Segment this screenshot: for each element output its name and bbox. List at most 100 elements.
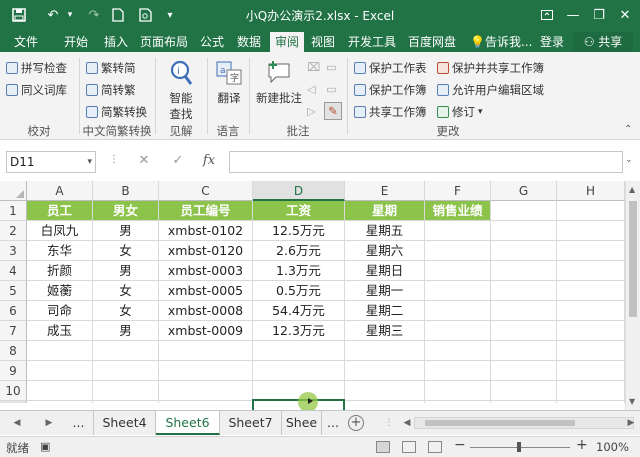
table-cell[interactable]: xmbst-0005 xyxy=(159,281,253,301)
cell-d8[interactable] xyxy=(253,341,345,361)
table-cell[interactable] xyxy=(425,241,491,261)
new-file-icon[interactable] xyxy=(110,6,126,24)
table-cell[interactable]: 星期二 xyxy=(345,301,425,321)
cell-h3[interactable] xyxy=(557,241,625,261)
tab-insert[interactable]: 插入 xyxy=(98,32,134,52)
cell-e9[interactable] xyxy=(345,361,425,381)
table-cell[interactable]: 1.3万元 xyxy=(253,261,345,281)
redo-icon[interactable]: ↷ xyxy=(86,6,102,24)
table-header-cell[interactable]: 男女 xyxy=(93,201,159,221)
cell-g9[interactable] xyxy=(491,361,557,381)
cell-c11[interactable] xyxy=(159,401,253,403)
tab-developer[interactable]: 开发工具 xyxy=(344,32,400,52)
allow-edit-ranges-button[interactable]: 允许用户编辑区域 xyxy=(437,82,544,98)
track-changes-button[interactable]: 修订 ▾ xyxy=(437,104,483,120)
thesaurus-button[interactable]: 同义词库 xyxy=(6,82,67,98)
formula-input[interactable] xyxy=(229,151,623,173)
table-cell[interactable]: 星期日 xyxy=(345,261,425,281)
undo-icon[interactable]: ↶ xyxy=(44,6,62,24)
row-header-10[interactable]: 10 xyxy=(0,381,27,401)
table-cell[interactable]: 男 xyxy=(93,321,159,341)
tab-review[interactable]: 审阅 xyxy=(270,32,304,52)
next-sheet-icon[interactable]: ▶ xyxy=(42,416,56,430)
cell-g6[interactable] xyxy=(491,301,557,321)
cell-a10[interactable] xyxy=(27,381,93,401)
table-cell[interactable]: 星期五 xyxy=(345,221,425,241)
ribbon-display-options-icon[interactable] xyxy=(536,5,558,25)
select-all-corner[interactable] xyxy=(0,181,27,201)
worksheet-grid[interactable]: ABCDEFGH 1234567891011 员工男女员工编号工资星期销售业绩白… xyxy=(0,181,625,403)
cell-h1[interactable] xyxy=(557,201,625,221)
share-workbook-button[interactable]: 共享工作簿 xyxy=(354,104,427,120)
horizontal-scroll-thumb[interactable] xyxy=(425,420,575,426)
cell-e10[interactable] xyxy=(345,381,425,401)
table-cell[interactable]: 男 xyxy=(93,261,159,281)
scroll-left-icon[interactable]: ◀ xyxy=(400,416,414,430)
table-cell[interactable]: 星期一 xyxy=(345,281,425,301)
cell-h4[interactable] xyxy=(557,261,625,281)
table-header-cell[interactable]: 星期 xyxy=(345,201,425,221)
row-header-7[interactable]: 7 xyxy=(0,321,27,341)
column-header-b[interactable]: B xyxy=(93,181,159,201)
table-cell[interactable]: 姬蘅 xyxy=(27,281,93,301)
show-ink-icon[interactable]: ✎ xyxy=(324,102,342,120)
table-cell[interactable]: xmbst-0102 xyxy=(159,221,253,241)
zoom-slider-thumb[interactable] xyxy=(517,442,521,452)
scroll-down-icon[interactable]: ▼ xyxy=(629,397,635,406)
protect-and-share-button[interactable]: 保护并共享工作簿 xyxy=(437,60,544,76)
tab-view[interactable]: 视图 xyxy=(306,32,340,52)
table-cell[interactable] xyxy=(425,281,491,301)
table-cell[interactable]: 54.4万元 xyxy=(253,301,345,321)
cell-b10[interactable] xyxy=(93,381,159,401)
cell-h11[interactable] xyxy=(557,401,625,403)
simplified-to-traditional-button[interactable]: 简转繁 xyxy=(86,82,136,98)
table-header-cell[interactable]: 工资 xyxy=(253,201,345,221)
sheet-bar-divider-handle[interactable]: ⋮ xyxy=(382,416,396,430)
cell-a9[interactable] xyxy=(27,361,93,381)
page-break-view-icon[interactable] xyxy=(428,441,442,453)
row-header-3[interactable]: 3 xyxy=(0,241,27,261)
collapse-ribbon-icon[interactable]: ⌃ xyxy=(624,124,632,135)
tab-formulas[interactable]: 公式 xyxy=(196,32,228,52)
table-cell[interactable]: 2.6万元 xyxy=(253,241,345,261)
cell-g3[interactable] xyxy=(491,241,557,261)
customize-quick-access-icon[interactable]: ▾ xyxy=(164,6,176,24)
cell-f11[interactable] xyxy=(425,401,491,403)
row-header-11[interactable]: 11 xyxy=(0,401,27,403)
tab-home[interactable]: 开始 xyxy=(58,32,94,52)
column-header-c[interactable]: C xyxy=(159,181,253,201)
cell-c10[interactable] xyxy=(159,381,253,401)
zoom-level[interactable]: 100% xyxy=(596,440,629,454)
tab-file[interactable]: 文件 xyxy=(8,32,44,52)
table-cell[interactable]: 成玉 xyxy=(27,321,93,341)
table-cell[interactable]: 司命 xyxy=(27,301,93,321)
delete-comment-icon[interactable]: ⌧ xyxy=(307,60,320,74)
cell-h7[interactable] xyxy=(557,321,625,341)
cell-h2[interactable] xyxy=(557,221,625,241)
scroll-up-icon[interactable]: ▲ xyxy=(629,185,635,194)
table-header-cell[interactable]: 销售业绩 xyxy=(425,201,491,221)
zoom-in-icon[interactable]: + xyxy=(576,437,588,453)
show-hide-comment-icon[interactable]: ▭ xyxy=(326,60,337,74)
table-cell[interactable]: xmbst-0003 xyxy=(159,261,253,281)
chinese-conversion-button[interactable]: 简繁转换 xyxy=(86,104,147,120)
traditional-to-simplified-button[interactable]: 繁转简 xyxy=(86,60,136,76)
table-cell[interactable]: xmbst-0120 xyxy=(159,241,253,261)
column-header-e[interactable]: E xyxy=(345,181,425,201)
tab-baidu-netdisk[interactable]: 百度网盘 xyxy=(404,32,460,52)
table-cell[interactable]: 折颜 xyxy=(27,261,93,281)
horizontal-scrollbar[interactable] xyxy=(414,417,634,429)
row-header-2[interactable]: 2 xyxy=(0,221,27,241)
protect-workbook-button[interactable]: 保护工作簿 xyxy=(354,82,427,98)
cell-h9[interactable] xyxy=(557,361,625,381)
table-cell[interactable]: 东华 xyxy=(27,241,93,261)
cell-g4[interactable] xyxy=(491,261,557,281)
column-header-d[interactable]: D xyxy=(253,181,345,201)
cell-a11[interactable] xyxy=(27,401,93,403)
cell-g5[interactable] xyxy=(491,281,557,301)
macro-record-icon[interactable]: ▣ xyxy=(40,440,50,453)
cell-b9[interactable] xyxy=(93,361,159,381)
cell-b11[interactable] xyxy=(93,401,159,403)
cell-d9[interactable] xyxy=(253,361,345,381)
enter-icon[interactable]: ✓ xyxy=(170,153,186,171)
